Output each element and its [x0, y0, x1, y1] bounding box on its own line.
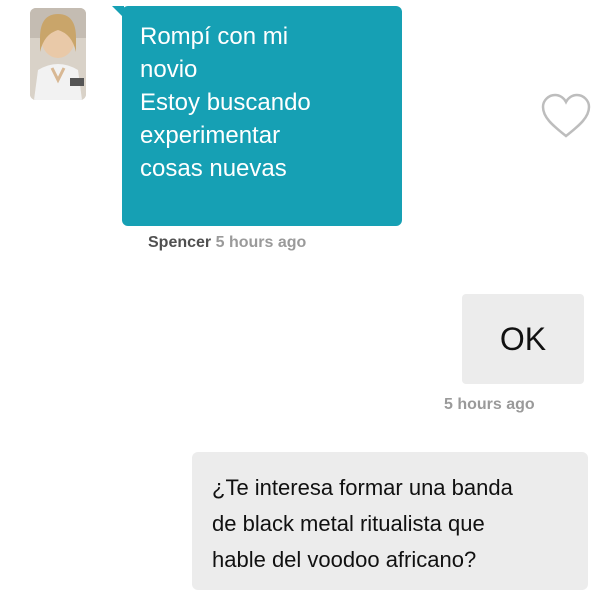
sender-avatar[interactable]	[30, 8, 86, 100]
message-line: novio	[140, 56, 198, 83]
message-line: experimentar	[140, 122, 281, 149]
heart-icon[interactable]	[540, 92, 592, 140]
sender-name[interactable]: Spencer	[148, 234, 211, 251]
outgoing-message-bubble[interactable]: ¿Te interesa formar una banda de black m…	[192, 452, 588, 590]
outgoing-message-bubble[interactable]: OK	[462, 294, 584, 384]
message-text: OK	[499, 320, 547, 357]
message-line: hable del voodoo africano?	[212, 547, 477, 572]
message-timestamp: 5 hours ago	[215, 234, 307, 251]
avatar-photo-icon	[30, 8, 86, 100]
message-line: Rompí con mi	[140, 23, 289, 50]
message-line: de black metal ritualista que	[212, 511, 485, 536]
incoming-message-meta: Spencer 5 hours ago	[148, 234, 306, 252]
outgoing-message-timestamp: 5 hours ago	[444, 396, 535, 413]
message-line: Estoy buscando	[140, 89, 311, 116]
chat-thread: Rompí con mi novio Estoy buscando experi…	[0, 0, 600, 600]
message-line: cosas nuevas	[140, 155, 287, 182]
message-line: ¿Te interesa formar una banda	[212, 475, 513, 500]
incoming-message-bubble[interactable]: Rompí con mi novio Estoy buscando experi…	[112, 6, 402, 226]
